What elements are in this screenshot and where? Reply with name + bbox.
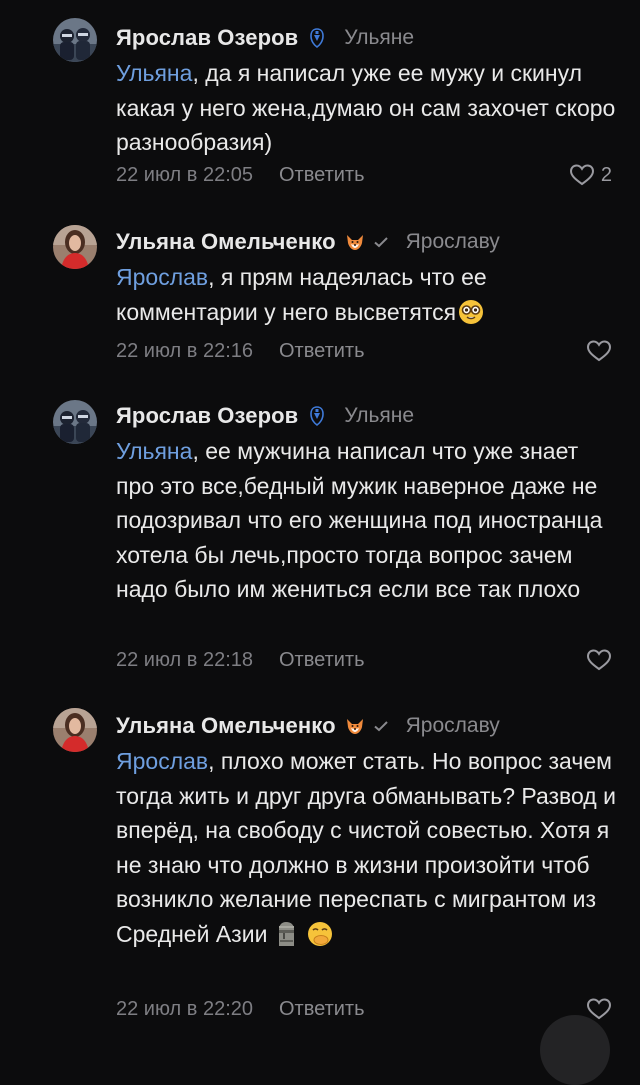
mention-link[interactable]: Ярослав [116, 748, 208, 774]
comment-text: Ярослав, я прям надеялась что ее коммент… [116, 260, 616, 329]
timestamp: 22 июл в 22:20 [116, 997, 253, 1020]
reply-button[interactable]: Ответить [279, 649, 365, 672]
comment-text: Ульяна, ее мужчина написал что уже знает… [116, 434, 616, 607]
avatar[interactable] [53, 400, 97, 444]
comment-header: Ярослав Озеров Ульяне [116, 24, 414, 52]
author-name[interactable]: Ярослав Озеров [116, 25, 298, 51]
comment-text: Ульяна, да я написал уже ее мужу и скину… [116, 56, 616, 160]
avatar[interactable] [53, 225, 97, 269]
hand-over-mouth-emoji [307, 921, 333, 947]
reply-button[interactable]: Ответить [279, 998, 365, 1021]
reply-to-label[interactable]: Ярославу [406, 714, 500, 738]
mention-link[interactable]: Ульяна [116, 438, 192, 464]
mention-link[interactable]: Ярослав [116, 264, 208, 290]
dynamo-club-icon [306, 27, 328, 49]
comment-header: Ульяна Омельченко Ярославу [116, 712, 500, 740]
comment: Ульяна Омельченко Ярославу Ярослав, я пр… [0, 220, 640, 380]
heart-icon [586, 339, 612, 363]
fox-icon [344, 715, 366, 737]
reply-to-label[interactable]: Ярославу [406, 230, 500, 254]
verified-check-icon [372, 717, 390, 735]
avatar[interactable] [53, 18, 97, 62]
comment-meta: 22 июл в 22:16 Ответить [116, 338, 365, 364]
like-count: 2 [600, 163, 612, 186]
like-button[interactable]: 2 [569, 162, 612, 188]
avatar[interactable] [53, 708, 97, 752]
comment-header: Ярослав Озеров Ульяне [116, 402, 414, 430]
reply-to-label[interactable]: Ульяне [344, 404, 414, 428]
comment: Ульяна Омельченко Ярославу Ярослав, плох… [0, 702, 640, 1043]
author-name[interactable]: Ульяна Омельченко [116, 229, 336, 255]
author-name[interactable]: Ярослав Озеров [116, 403, 298, 429]
nerd-face-emoji [458, 299, 484, 325]
verified-check-icon [372, 233, 390, 251]
floating-action-button[interactable] [540, 1015, 610, 1085]
like-button[interactable] [586, 338, 612, 364]
comment-meta: 22 июл в 22:05 Ответить [116, 162, 365, 188]
timestamp: 22 июл в 22:18 [116, 648, 253, 671]
heart-icon [586, 648, 612, 672]
comment-meta: 22 июл в 22:20 Ответить [116, 996, 365, 1022]
comment-text: Ярослав, плохо может стать. Но вопрос за… [116, 744, 616, 951]
reply-button[interactable]: Ответить [279, 164, 365, 187]
reply-button[interactable]: Ответить [279, 340, 365, 363]
moai-emoji [273, 921, 299, 947]
comment: Ярослав Озеров Ульяне Ульяна, да я напис… [0, 0, 640, 200]
comment-meta: 22 июл в 22:18 Ответить [116, 647, 365, 673]
comment-header: Ульяна Омельченко Ярославу [116, 228, 500, 256]
author-name[interactable]: Ульяна Омельченко [116, 713, 336, 739]
timestamp: 22 июл в 22:05 [116, 163, 253, 186]
comment-body: , плохо может стать. Но вопрос зачем тог… [116, 748, 616, 947]
reply-to-label[interactable]: Ульяне [344, 26, 414, 50]
dynamo-club-icon [306, 405, 328, 427]
fox-icon [344, 231, 366, 253]
timestamp: 22 июл в 22:16 [116, 339, 253, 362]
comment: Ярослав Озеров Ульяне Ульяна, ее мужчина… [0, 392, 640, 682]
heart-icon [569, 163, 595, 187]
mention-link[interactable]: Ульяна [116, 60, 192, 86]
like-button[interactable] [586, 647, 612, 673]
